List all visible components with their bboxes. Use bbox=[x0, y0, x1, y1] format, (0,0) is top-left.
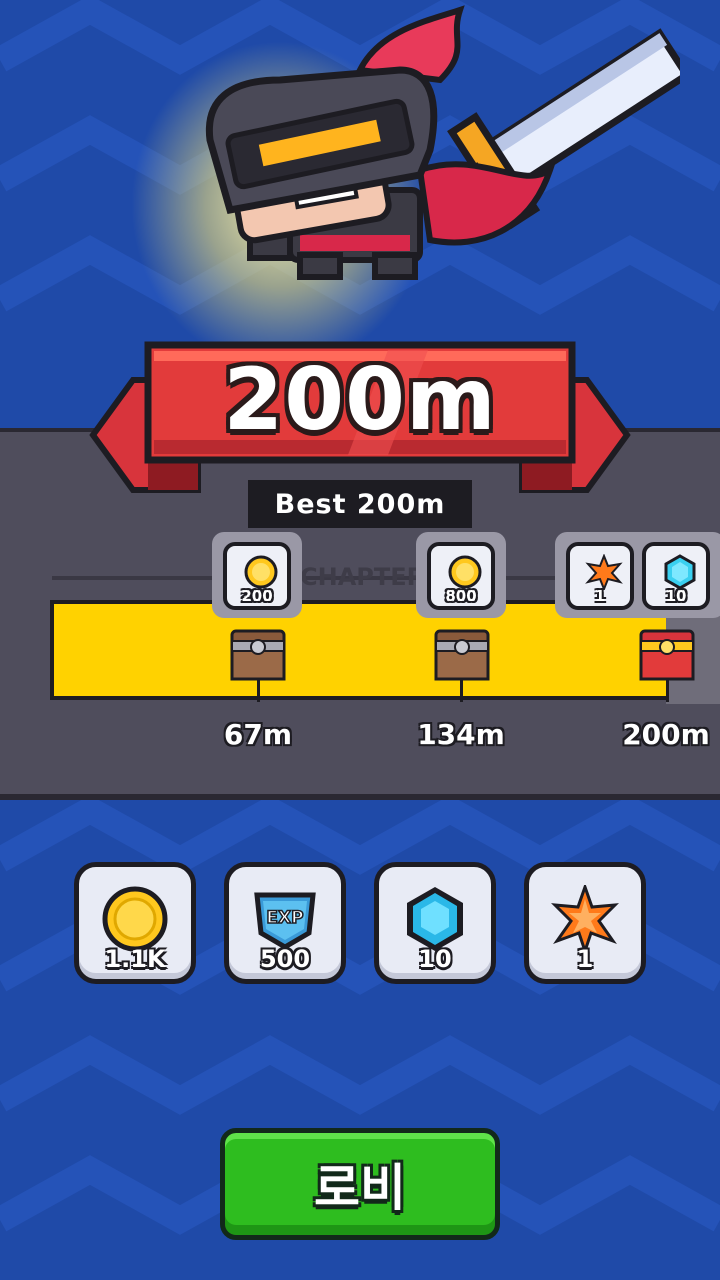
exp-badge-text: EXP bbox=[266, 908, 303, 928]
wooden-chest-icon[interactable] bbox=[228, 625, 288, 683]
lobby-button[interactable]: 로비 bbox=[220, 1128, 500, 1240]
earned-reward-coin[interactable]: 1.1K bbox=[74, 862, 196, 984]
wooden-chest-icon[interactable] bbox=[432, 625, 492, 683]
earned-amount: 1 bbox=[576, 945, 594, 973]
chapter-label: CHAPTER bbox=[300, 563, 426, 591]
orange-star-gem-icon bbox=[585, 554, 623, 590]
reward-amount: 10 bbox=[665, 587, 687, 605]
reward-amount: 1 bbox=[594, 587, 606, 605]
reward-amount: 200 bbox=[241, 587, 273, 605]
golden-chest-icon[interactable] bbox=[637, 625, 697, 683]
exp-badge-icon: EXP bbox=[254, 892, 316, 950]
milestone-reward-tile[interactable]: 10 bbox=[642, 542, 710, 610]
milestone-reward-tile[interactable]: 1 bbox=[566, 542, 634, 610]
distance-result: 200m bbox=[223, 350, 497, 450]
milestone-distance-label: 67m bbox=[223, 718, 293, 751]
earned-amount: 500 bbox=[259, 945, 311, 973]
milestone-tick bbox=[257, 680, 260, 702]
earned-reward-exp[interactable]: EXP 500 bbox=[224, 862, 346, 984]
blue-gem-icon bbox=[664, 554, 696, 590]
milestone-reward-tile[interactable]: 800 bbox=[427, 542, 495, 610]
milestone-distance-label: 134m bbox=[417, 718, 505, 751]
milestone-reward-tile[interactable]: 200 bbox=[223, 542, 291, 610]
earned-reward-gem[interactable]: 10 bbox=[374, 862, 496, 984]
best-distance-label: Best 200m bbox=[248, 480, 472, 528]
coin-icon bbox=[102, 886, 168, 952]
knight-hero-image bbox=[205, 5, 680, 280]
earned-reward-star-gem[interactable]: 1 bbox=[524, 862, 646, 984]
reward-amount: 800 bbox=[445, 587, 477, 605]
earned-amount: 10 bbox=[418, 945, 452, 973]
coin-icon bbox=[244, 555, 278, 589]
blue-gem-icon bbox=[407, 887, 463, 951]
milestone-distance-label: 200m bbox=[622, 718, 710, 751]
milestone-tick bbox=[666, 680, 669, 702]
orange-star-gem-icon bbox=[551, 885, 619, 953]
coin-icon bbox=[448, 555, 482, 589]
earned-amount: 1.1K bbox=[104, 945, 166, 973]
milestone-tick bbox=[460, 680, 463, 702]
